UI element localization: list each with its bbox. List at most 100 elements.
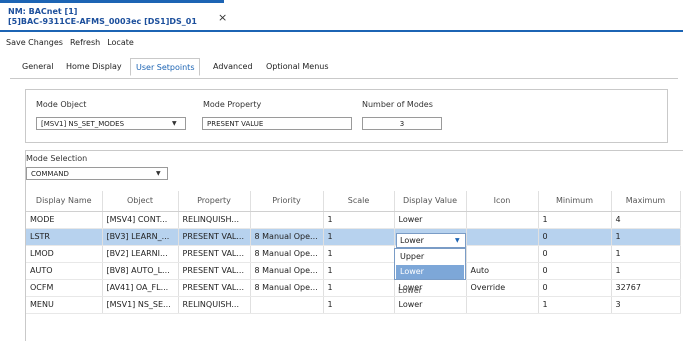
cell-object[interactable]: [AV41] OA_FL... — [102, 279, 179, 297]
column-header[interactable]: Display Name — [26, 191, 103, 212]
cell-display-name[interactable]: OCFM — [26, 279, 103, 297]
cell-object[interactable]: [BV2] LEARNI... — [102, 245, 179, 263]
cell-object[interactable]: [BV8] AUTO_L... — [102, 262, 179, 280]
mode-selection-select[interactable]: COMMAND — [26, 167, 168, 180]
column-header[interactable]: Minimum — [538, 191, 612, 212]
cell-maximum[interactable]: 1 — [611, 228, 681, 246]
toolbar: Save Changes Refresh Locate — [0, 38, 134, 52]
cell-property[interactable]: PRESENT VAL... — [178, 245, 251, 263]
locate-button[interactable]: Locate — [107, 38, 134, 52]
cell-maximum[interactable]: 3 — [611, 296, 681, 314]
column-header[interactable]: Display Value — [394, 191, 467, 212]
mode-property-field[interactable]: PRESENT VALUE — [202, 117, 352, 130]
chevron-down-icon[interactable]: ▼ — [156, 170, 161, 177]
cell-minimum[interactable]: 1 — [538, 296, 612, 314]
cell-maximum[interactable]: 4 — [611, 211, 681, 229]
cell-object[interactable]: [BV3] LEARN_... — [102, 228, 179, 246]
cell-minimum[interactable]: 0 — [538, 262, 612, 280]
table-row[interactable]: MENU [MSV1] NS_SE... RELINQUISH... 1 Low… — [26, 296, 681, 314]
cell-maximum[interactable]: 1 — [611, 245, 681, 263]
cell-icon[interactable] — [466, 211, 539, 229]
cell-display-name[interactable]: AUTO — [26, 262, 103, 280]
cell-property[interactable]: PRESENT VAL... — [178, 262, 251, 280]
cell-minimum[interactable]: 0 — [538, 279, 612, 297]
column-header[interactable]: Maximum — [611, 191, 681, 212]
cell-display-name[interactable]: MODE — [26, 211, 103, 229]
cell-property[interactable]: RELINQUISH... — [178, 296, 251, 314]
cell-property[interactable]: PRESENT VAL... — [178, 279, 251, 297]
column-header[interactable]: Scale — [323, 191, 395, 212]
column-header[interactable]: Priority — [250, 191, 324, 212]
cell-maximum[interactable]: 1 — [611, 262, 681, 280]
cell-object[interactable]: [MSV4] CONT... — [102, 211, 179, 229]
cell-icon[interactable] — [466, 228, 539, 246]
cell-minimum[interactable]: 0 — [538, 228, 612, 246]
cell-property[interactable]: RELINQUISH... — [178, 211, 251, 229]
refresh-button[interactable]: Refresh — [70, 38, 100, 52]
cell-icon[interactable]: Auto — [466, 262, 539, 280]
document-tab[interactable]: NM: BACnet [1] [5]BAC-9311CE-AFMS_0003ec… — [0, 0, 227, 30]
cell-scale[interactable]: 1 — [323, 279, 395, 297]
cell-icon[interactable]: Override — [466, 279, 539, 297]
tab-general[interactable]: General — [22, 62, 54, 71]
mode-property-label: Mode Property — [203, 100, 262, 109]
save-changes-button[interactable]: Save Changes — [6, 38, 63, 52]
tab-strip-underline — [0, 30, 683, 32]
cell-priority[interactable]: 8 Manual Ope... — [250, 279, 324, 297]
tab-bar: General Home Display User Setpoints Adva… — [10, 58, 678, 79]
cell-display-value[interactable]: Lower — [394, 296, 467, 314]
cell-display-value-partial: Lower — [398, 286, 422, 295]
tab-home-display[interactable]: Home Display — [66, 62, 122, 71]
table-row[interactable]: OCFM [AV41] OA_FL... PRESENT VAL... 8 Ma… — [26, 279, 681, 297]
column-header[interactable]: Icon — [466, 191, 539, 212]
cell-scale[interactable]: 1 — [323, 211, 395, 229]
close-icon[interactable]: × — [218, 11, 227, 24]
chevron-down-icon[interactable]: ▼ — [455, 237, 460, 244]
mode-settings-panel — [25, 89, 668, 143]
number-of-modes-label: Number of Modes — [362, 100, 433, 109]
mode-object-select[interactable]: [MSV1] NS_SET_MODES — [36, 117, 186, 130]
table-row[interactable]: AUTO [BV8] AUTO_L... PRESENT VAL... 8 Ma… — [26, 262, 681, 280]
dropdown-options-list: Upper Lower — [394, 248, 466, 280]
cell-property[interactable]: PRESENT VAL... — [178, 228, 251, 246]
cell-priority[interactable]: 8 Manual Ope... — [250, 245, 324, 263]
tab-advanced[interactable]: Advanced — [213, 62, 253, 71]
setpoints-table: Display Name Object Property Priority Sc… — [26, 191, 681, 314]
document-tab-subtitle: [5]BAC-9311CE-AFMS_0003ec [DS1]DS_01 — [8, 17, 197, 26]
column-header[interactable]: Property — [178, 191, 251, 212]
cell-display-name[interactable]: MENU — [26, 296, 103, 314]
dropdown-option-lower[interactable]: Lower — [396, 265, 464, 279]
cell-icon[interactable] — [466, 296, 539, 314]
cell-minimum[interactable]: 0 — [538, 245, 612, 263]
dropdown-option-upper[interactable]: Upper — [396, 250, 464, 264]
table-row-selected[interactable]: LSTR [BV3] LEARN_... PRESENT VAL... 8 Ma… — [26, 228, 681, 246]
cell-priority[interactable] — [250, 296, 324, 314]
table-row[interactable]: MODE [MSV4] CONT... RELINQUISH... 1 Lowe… — [26, 211, 681, 229]
cell-scale[interactable]: 1 — [323, 245, 395, 263]
tab-optional-menus[interactable]: Optional Menus — [266, 62, 329, 71]
number-of-modes-field[interactable]: 3 — [362, 117, 442, 130]
document-tab-title: NM: BACnet [1] — [8, 7, 78, 16]
table-header-row: Display Name Object Property Priority Sc… — [26, 191, 681, 212]
chevron-down-icon[interactable]: ▼ — [172, 120, 177, 127]
dropdown-selected-value: Lower — [400, 236, 424, 245]
cell-scale[interactable]: 1 — [323, 228, 395, 246]
cell-display-name[interactable]: LMOD — [26, 245, 103, 263]
cell-minimum[interactable]: 1 — [538, 211, 612, 229]
mode-selection-label: Mode Selection — [26, 154, 88, 163]
cell-priority[interactable] — [250, 211, 324, 229]
column-header[interactable]: Object — [102, 191, 179, 212]
mode-object-label: Mode Object — [36, 100, 87, 109]
cell-icon[interactable] — [466, 245, 539, 263]
cell-object[interactable]: [MSV1] NS_SE... — [102, 296, 179, 314]
tab-user-setpoints[interactable]: User Setpoints — [130, 58, 201, 76]
cell-priority[interactable]: 8 Manual Ope... — [250, 262, 324, 280]
cell-display-value[interactable]: Lower — [394, 211, 467, 229]
cell-scale[interactable]: 1 — [323, 296, 395, 314]
display-value-dropdown[interactable]: Lower ▼ — [396, 233, 466, 248]
cell-display-name[interactable]: LSTR — [26, 228, 103, 246]
cell-scale[interactable]: 1 — [323, 262, 395, 280]
cell-maximum[interactable]: 32767 — [611, 279, 681, 297]
cell-priority[interactable]: 8 Manual Ope... — [250, 228, 324, 246]
table-row[interactable]: LMOD [BV2] LEARNI... PRESENT VAL... 8 Ma… — [26, 245, 681, 263]
